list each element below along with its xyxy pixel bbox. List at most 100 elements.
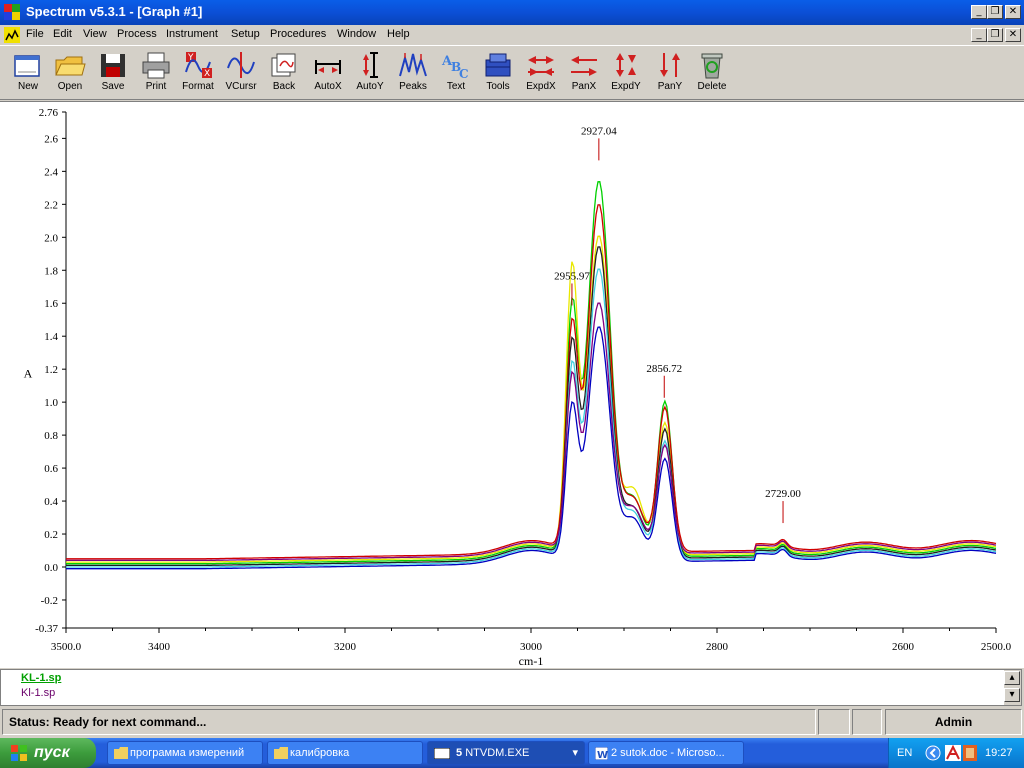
spectrum-series-3 bbox=[66, 246, 997, 567]
windows-logo-icon bbox=[11, 745, 27, 761]
menu-setup[interactable]: Setup bbox=[231, 28, 260, 40]
svg-text:W: W bbox=[597, 750, 608, 760]
start-label: пуск bbox=[34, 744, 70, 761]
toolbar-back-button[interactable]: Back bbox=[264, 50, 304, 96]
toolbar: New Open Save Print Y X Format VCursr Ba… bbox=[0, 45, 1024, 100]
toolbar-autoy-button[interactable]: AutoY bbox=[350, 50, 390, 96]
toolbar-tools-button[interactable]: Tools bbox=[478, 50, 518, 96]
menu-help[interactable]: Help bbox=[387, 28, 410, 40]
x-axis-label: cm-1 bbox=[519, 654, 544, 668]
menu-file[interactable]: File bbox=[26, 28, 44, 40]
spectrum-chart[interactable]: -0.37 -0.2 0.0 0.2 0.4 0.6 0.8 1.0 1.2 1.4 1.6 1.8 2… bbox=[0, 102, 1024, 669]
title-bar[interactable]: Spectrum v5.3.1 - [Graph #1] _ ❐ ✕ bbox=[0, 0, 1024, 25]
menu-bar: File Edit View Process Instrument Setup … bbox=[0, 25, 1024, 45]
spectrum-series-2 bbox=[66, 204, 997, 560]
menu-edit[interactable]: Edit bbox=[53, 28, 72, 40]
spectrum-series-0 bbox=[66, 181, 997, 565]
graph-area[interactable]: -0.37 -0.2 0.0 0.2 0.4 0.6 0.8 1.0 1.2 1.4 1.6 1.8 2… bbox=[0, 101, 1024, 668]
graph-doc-icon[interactable] bbox=[4, 27, 20, 43]
antivirus-icon[interactable] bbox=[945, 745, 961, 761]
task-ntvdm[interactable]: 5 NTVDM.EXE ▾ bbox=[427, 741, 585, 765]
y-tick-label: 1.4 bbox=[44, 331, 58, 343]
app-window: Spectrum v5.3.1 - [Graph #1] _ ❐ ✕ File … bbox=[0, 0, 1024, 768]
taskbar: пуск программа измерений калибровка 5 NT… bbox=[0, 738, 1024, 768]
panx-icon bbox=[571, 56, 597, 76]
file-list: KL-1.sp Kl-1.sp ▴ ▾ bbox=[0, 669, 1022, 706]
new-file-icon bbox=[14, 55, 40, 77]
y-tick-label: -0.2 bbox=[41, 595, 58, 607]
file-item-kl-1[interactable]: KL-1.sp bbox=[21, 672, 61, 684]
y-tick-label: 1.8 bbox=[44, 265, 58, 277]
y-tick-label: 2.2 bbox=[44, 199, 58, 211]
expandx-icon bbox=[528, 56, 554, 76]
doc-close-button[interactable]: ✕ bbox=[1005, 28, 1021, 42]
toolbar-expdx-button[interactable]: ExpdX bbox=[521, 50, 561, 96]
toolbar-print-button[interactable]: Print bbox=[136, 50, 176, 96]
printer-icon bbox=[142, 52, 170, 79]
toolbar-expdy-button[interactable]: ExpdY bbox=[606, 50, 646, 96]
menu-view[interactable]: View bbox=[83, 28, 107, 40]
status-pane-2 bbox=[852, 709, 882, 735]
toolbar-open-button[interactable]: Open bbox=[50, 50, 90, 96]
toolbar-vcursor-button[interactable]: VCursr bbox=[221, 50, 261, 96]
minimize-button[interactable]: _ bbox=[971, 5, 987, 19]
menu-window[interactable]: Window bbox=[337, 28, 376, 40]
pany-icon bbox=[660, 53, 680, 77]
svg-text:C: C bbox=[459, 67, 469, 80]
toolbar-new-button[interactable]: New bbox=[8, 50, 48, 96]
menu-process[interactable]: Process bbox=[117, 28, 157, 40]
restore-button[interactable]: ❐ bbox=[987, 5, 1003, 19]
close-button[interactable]: ✕ bbox=[1005, 5, 1021, 19]
floppy-icon bbox=[101, 54, 125, 77]
system-tray: EN 19:27 bbox=[888, 738, 1024, 768]
toolbar-format-button[interactable]: Y X Format bbox=[178, 50, 218, 96]
open-folder-icon bbox=[55, 56, 86, 76]
peak-label-3: 2729.00 bbox=[765, 488, 801, 500]
spectrum-app-icon bbox=[4, 4, 20, 20]
y-axis-label: A bbox=[24, 366, 33, 380]
x-tick-label: 2500.0 bbox=[981, 641, 1012, 653]
toolbar-panx-button[interactable]: PanX bbox=[564, 50, 604, 96]
toolbar-delete-button[interactable]: Delete bbox=[692, 50, 732, 96]
menu-procedures[interactable]: Procedures bbox=[270, 28, 326, 40]
window-title: Spectrum v5.3.1 - [Graph #1] bbox=[26, 4, 203, 19]
start-button[interactable]: пуск bbox=[0, 738, 96, 768]
chevron-down-icon: ▾ bbox=[572, 747, 578, 759]
file-list-scrollbar[interactable]: ▴ ▾ bbox=[1004, 670, 1021, 705]
task-word-doc[interactable]: W 2 sutok.doc - Microso... bbox=[588, 741, 744, 765]
x-tick-label: 3500.0 bbox=[51, 641, 82, 653]
scroll-up-button[interactable]: ▴ bbox=[1004, 671, 1020, 685]
spectrum-series-4 bbox=[66, 268, 997, 568]
recycle-bin-icon bbox=[701, 53, 723, 79]
y-tick-label: 0.8 bbox=[44, 430, 58, 442]
task-programma[interactable]: программа измерений bbox=[107, 741, 263, 765]
toolbar-peaks-button[interactable]: Peaks bbox=[393, 50, 433, 96]
y-tick-label: 2.6 bbox=[44, 133, 58, 145]
language-indicator[interactable]: EN bbox=[897, 747, 912, 759]
app-tray-icon[interactable] bbox=[963, 745, 977, 761]
toolbar-autox-button[interactable]: AutoX bbox=[308, 50, 348, 96]
task-kalibrovka[interactable]: калибровка bbox=[267, 741, 423, 765]
doc-restore-button[interactable]: ❐ bbox=[987, 28, 1003, 42]
toolbar-text-button[interactable]: A B C Text bbox=[436, 50, 476, 96]
vcursor-icon bbox=[227, 52, 255, 78]
doc-minimize-button[interactable]: _ bbox=[971, 28, 987, 42]
peaks-icon bbox=[399, 53, 427, 77]
x-tick-label: 2600 bbox=[892, 641, 915, 653]
y-tick-label: 0.6 bbox=[44, 463, 58, 475]
autox-icon bbox=[315, 60, 341, 74]
text-icon: A B C bbox=[441, 54, 469, 80]
file-item-kl-1-lower[interactable]: Kl-1.sp bbox=[21, 687, 55, 699]
toolbar-pany-button[interactable]: PanY bbox=[650, 50, 690, 96]
y-tick-label: 1.2 bbox=[44, 364, 58, 376]
word-doc-icon: W bbox=[595, 747, 608, 760]
spectrum-series-6 bbox=[66, 326, 997, 570]
x-tick-label: 3200 bbox=[334, 641, 357, 653]
toolbar-save-button[interactable]: Save bbox=[93, 50, 133, 96]
menu-instrument[interactable]: Instrument bbox=[166, 28, 218, 40]
x-tick-label: 3400 bbox=[148, 641, 171, 653]
tray-arrow-icon[interactable] bbox=[925, 745, 941, 761]
peak-label-1: 2955.97 bbox=[554, 270, 590, 282]
scroll-down-button[interactable]: ▾ bbox=[1004, 688, 1020, 702]
y-tick-label: -0.37 bbox=[35, 623, 58, 635]
